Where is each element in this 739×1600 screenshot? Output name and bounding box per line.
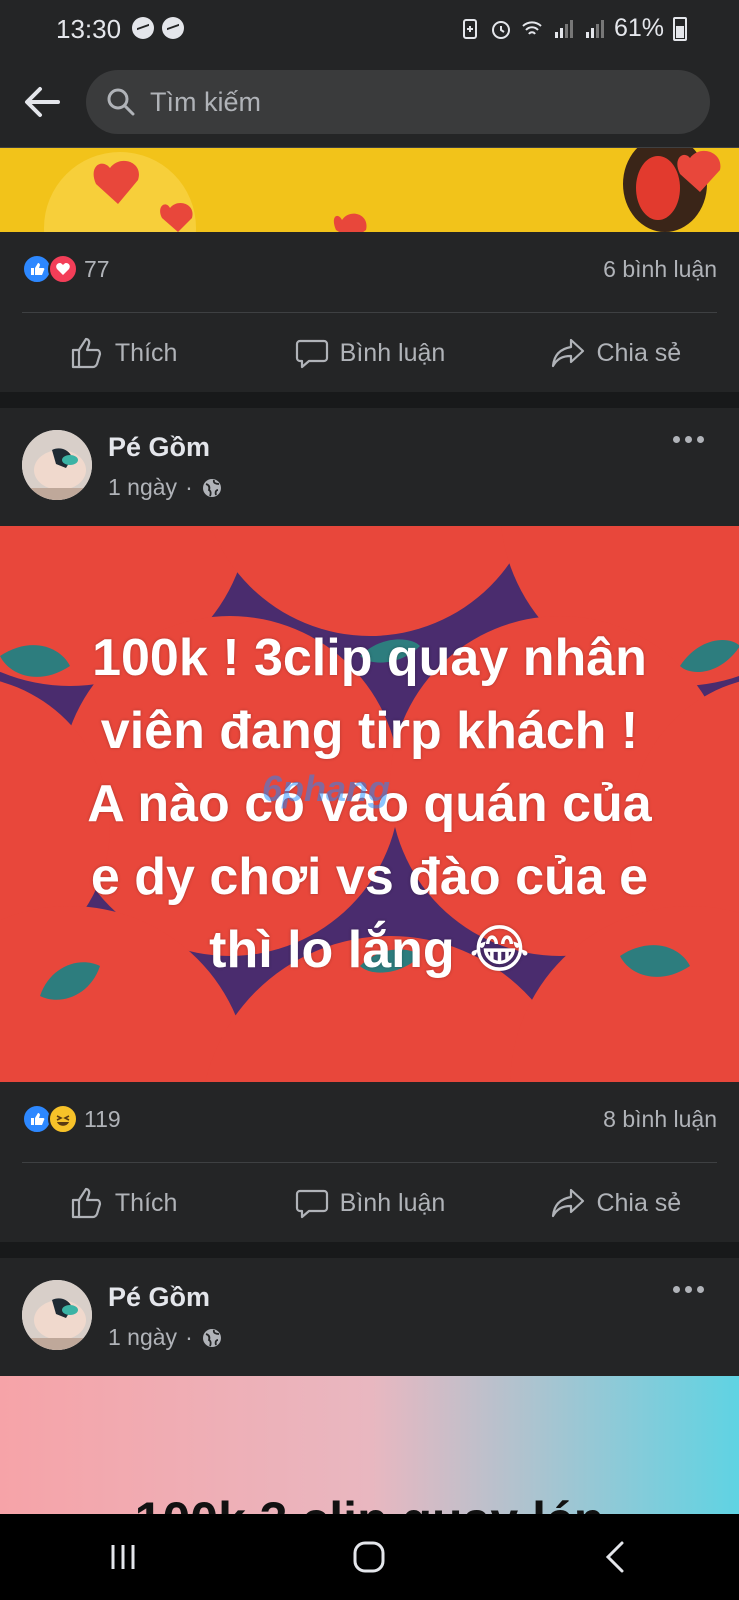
- globe-icon: [202, 478, 221, 497]
- share-arrow-icon: [552, 338, 585, 368]
- divider: [22, 1162, 717, 1163]
- haha-reaction-icon: [48, 1104, 78, 1134]
- post-time[interactable]: 1 ngày: [108, 1324, 177, 1351]
- status-right: 61%: [459, 14, 687, 43]
- reaction-count: 119: [84, 1105, 121, 1132]
- messenger-icon: [132, 17, 154, 39]
- signal-icon: [554, 19, 573, 38]
- avatar[interactable]: [22, 430, 92, 500]
- post-stats: 119 8 bình luận: [22, 1102, 717, 1136]
- status-bar: 13:30 61%: [0, 0, 739, 60]
- more-options-icon[interactable]: [673, 1286, 709, 1300]
- share-button[interactable]: Chia sẻ: [493, 1164, 739, 1242]
- post-card: Pé Gồm 1 ngày ·: [0, 1258, 739, 1376]
- search-icon: [107, 88, 135, 116]
- recent-apps-icon[interactable]: [103, 1537, 143, 1577]
- like-label: Thích: [114, 1188, 178, 1217]
- avatar[interactable]: [22, 1280, 92, 1350]
- comment-button[interactable]: Bình luận: [246, 314, 492, 392]
- caption-line: e dy chơi vs đào của e: [90, 848, 649, 906]
- back-arrow-icon[interactable]: [20, 80, 64, 124]
- like-label: Thích: [114, 338, 178, 367]
- comment-count[interactable]: 6 bình luận: [603, 256, 717, 283]
- caption-line: viên đang tirp khách !: [100, 702, 639, 760]
- caption-line: thì lo lắng 😂: [209, 921, 530, 979]
- messenger-icon: [162, 17, 184, 39]
- comment-label: Bình luận: [339, 338, 446, 367]
- like-button[interactable]: Thích: [0, 1164, 246, 1242]
- emoji-hearts-image: [0, 148, 739, 232]
- reaction-count: 77: [84, 255, 110, 282]
- battery-saver-icon: [462, 18, 477, 39]
- battery-percent: 61%: [613, 14, 664, 42]
- separator-dot: ·: [185, 474, 193, 500]
- alarm-icon: [491, 20, 510, 39]
- search-box[interactable]: [86, 70, 710, 134]
- post-time[interactable]: 1 ngày: [108, 474, 177, 501]
- search-header: [0, 60, 739, 148]
- system-nav-bar: [0, 1514, 739, 1600]
- post-meta: 1 ngày ·: [108, 474, 223, 501]
- reactions-summary[interactable]: 119: [22, 1104, 121, 1134]
- post-image[interactable]: 100k 3 clip quay lén: [0, 1376, 739, 1514]
- reactions-summary[interactable]: 77: [22, 254, 110, 284]
- post-header: Pé Gồm 1 ngày ·: [0, 408, 739, 526]
- notification-icons: [132, 17, 184, 39]
- comment-button[interactable]: Bình luận: [246, 1164, 492, 1242]
- back-icon[interactable]: [596, 1537, 636, 1577]
- love-reaction-icon: [48, 254, 78, 284]
- post-image-text: 100k 3 clip quay lén: [0, 1491, 739, 1514]
- post-footer: 119 8 bình luận Thích Bình luận Chia sẻ: [0, 1082, 739, 1242]
- share-label: Chia sẻ: [596, 338, 682, 367]
- post-actions: Thích Bình luận Chia sẻ: [0, 314, 739, 392]
- separator-dot: ·: [185, 1324, 193, 1350]
- post-footer: 77 6 bình luận Thích Bình luận Chia sẻ: [0, 232, 739, 392]
- post-image[interactable]: 100k ! 3clip quay nhân viên đang tirp kh…: [0, 526, 739, 1082]
- divider: [22, 312, 717, 313]
- like-button[interactable]: Thích: [0, 314, 246, 392]
- comment-icon: [295, 1189, 328, 1219]
- globe-icon: [202, 1328, 221, 1347]
- search-input[interactable]: [150, 86, 650, 118]
- home-icon[interactable]: [349, 1537, 389, 1577]
- share-button[interactable]: Chia sẻ: [493, 314, 739, 392]
- status-time: 13:30: [56, 14, 122, 44]
- comment-count[interactable]: 8 bình luận: [603, 1106, 717, 1133]
- post-header: Pé Gồm 1 ngày ·: [0, 1258, 739, 1376]
- share-label: Chia sẻ: [596, 1188, 682, 1217]
- author-name[interactable]: Pé Gồm: [108, 1282, 210, 1313]
- signal-icon: [585, 19, 604, 38]
- post-image[interactable]: [0, 148, 739, 232]
- more-options-icon[interactable]: [673, 436, 709, 450]
- post-card: Pé Gồm 1 ngày ·: [0, 408, 739, 526]
- comment-label: Bình luận: [339, 1188, 446, 1217]
- thumbs-up-icon: [71, 337, 101, 369]
- battery-icon: [673, 16, 687, 41]
- post-stats: 77 6 bình luận: [22, 252, 717, 286]
- share-arrow-icon: [552, 1188, 585, 1218]
- thumbs-up-icon: [71, 1187, 101, 1219]
- caption-line: 100k ! 3clip quay nhân: [92, 629, 647, 687]
- comment-icon: [295, 339, 328, 369]
- post-actions: Thích Bình luận Chia sẻ: [0, 1164, 739, 1242]
- wifi-icon: [522, 20, 542, 35]
- author-name[interactable]: Pé Gồm: [108, 432, 210, 463]
- post-meta: 1 ngày ·: [108, 1324, 223, 1351]
- watermark: 6phang: [262, 768, 391, 809]
